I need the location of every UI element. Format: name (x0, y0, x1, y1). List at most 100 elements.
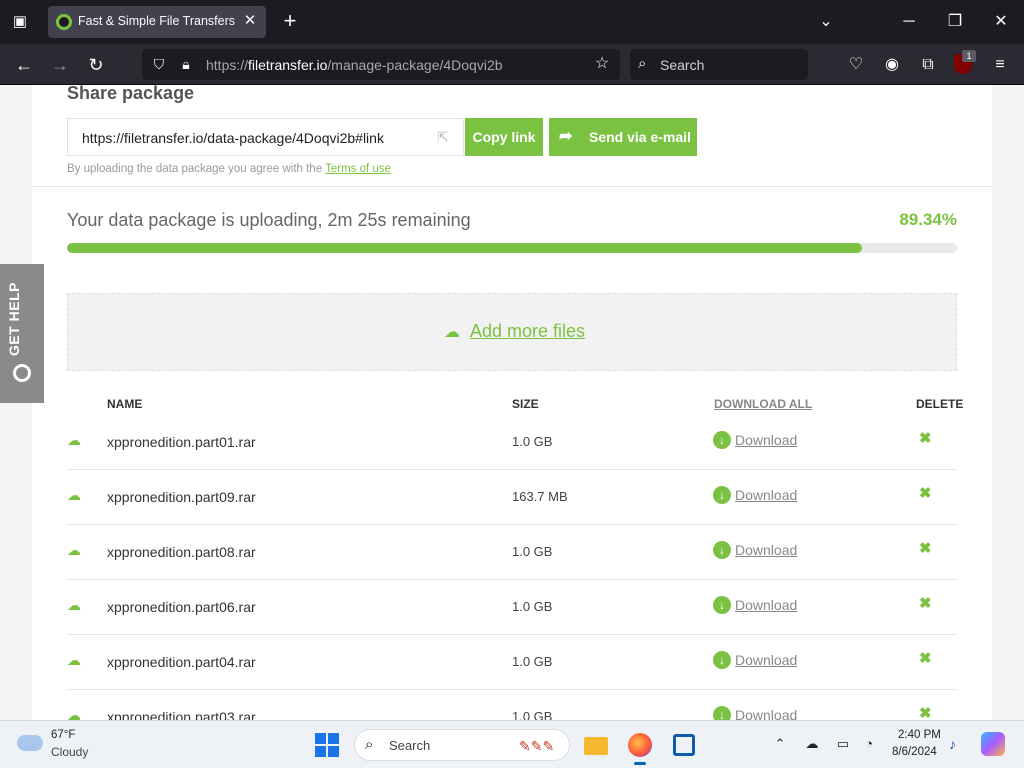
remote-desktop-icon[interactable] (668, 729, 700, 761)
file-name: xppronedition.part01.rar (107, 434, 256, 450)
file-size: 1.0 GB (512, 709, 553, 720)
browser-tab-active[interactable]: Fast & Simple File Transfers - Fi ✕ (48, 6, 266, 38)
list-all-tabs-chevron-icon[interactable]: ⌄ (810, 8, 842, 36)
download-label: Download (735, 597, 798, 613)
url-bar[interactable]: ⛉ 🔒︎ https://filetransfer.io/manage-pack… (142, 49, 620, 80)
column-header-size: SIZE (512, 397, 539, 411)
new-tab-plus-icon[interactable]: + (278, 10, 302, 34)
cloud-upload-icon: ☁ (67, 487, 81, 503)
download-icon: ↓ (713, 651, 731, 669)
file-explorer-icon[interactable] (580, 729, 612, 761)
search-icon: ⌕ (638, 55, 647, 72)
cloud-weather-icon[interactable] (17, 735, 43, 751)
package-card: Share package https://filetransfer.io/da… (32, 85, 992, 720)
reload-icon[interactable]: ↻ (83, 52, 109, 78)
url-host: filetransfer.io (248, 57, 328, 73)
delete-x-icon[interactable]: ✖ (919, 541, 933, 557)
bookmark-star-icon[interactable]: ☆ (593, 55, 611, 73)
send-via-email-button[interactable]: ➦ Send via e-mail (549, 118, 697, 156)
download-label: Download (735, 652, 798, 668)
download-link[interactable]: ↓ Download (713, 596, 797, 616)
add-more-files-label: Add more files (470, 321, 586, 341)
terms-of-use-link[interactable]: Terms of use (325, 163, 391, 175)
cloud-upload-icon: ☁ (67, 707, 81, 720)
delete-x-icon[interactable]: ✖ (919, 706, 933, 721)
clock-time[interactable]: 2:40 PM (898, 729, 941, 741)
window-close-icon[interactable]: ✕ (985, 8, 1017, 36)
get-help-tab[interactable]: GET HELP (0, 264, 44, 403)
download-link[interactable]: ↓ Download (713, 431, 797, 451)
share-link-text: https://filetransfer.io/data-package/4Do… (82, 130, 384, 146)
copy-link-button[interactable]: Copy link (465, 118, 543, 156)
chevron-up-icon[interactable]: ⌃ (771, 735, 789, 753)
delete-x-icon[interactable]: ✖ (919, 431, 933, 447)
menu-hamburger-icon[interactable]: ≡ (987, 52, 1013, 78)
file-name: xppronedition.part08.rar (107, 544, 256, 560)
web-search-bar[interactable]: ⌕ Search (630, 49, 808, 80)
download-all-link[interactable]: DOWNLOAD ALL (714, 397, 812, 411)
cloud-upload-icon: ☁ (444, 324, 460, 341)
file-name: xppronedition.part04.rar (107, 654, 256, 670)
file-row: ☁ xppronedition.part01.rar 1.0 GB ↓ Download… (67, 415, 957, 470)
url-text: https://filetransfer.io/manage-package/4… (206, 57, 503, 73)
tab-close-icon[interactable]: ✕ (240, 11, 260, 31)
delete-x-icon[interactable]: ✖ (919, 596, 933, 612)
file-size: 1.0 GB (512, 654, 553, 669)
weather-temperature[interactable]: 67°F (51, 729, 75, 741)
download-link[interactable]: ↓ Download (713, 651, 797, 671)
file-row: ☁ xppronedition.part09.rar 163.7 MB ↓ Downlo… (67, 470, 957, 525)
restore-icon[interactable]: ❐ (939, 8, 971, 36)
delete-x-icon[interactable]: ✖ (919, 486, 933, 502)
minimize-icon[interactable]: ─ (893, 8, 925, 36)
clock-date[interactable]: 8/6/2024 (892, 746, 937, 758)
notification-bell-icon[interactable]: ♪ (949, 736, 963, 752)
lock-icon[interactable]: 🔒︎ (177, 55, 195, 73)
share-link-field[interactable]: https://filetransfer.io/data-package/4Do… (67, 118, 464, 156)
back-arrow-icon[interactable]: ← (11, 52, 37, 78)
upload-progress-fill (67, 243, 863, 253)
file-name: xppronedition.part09.rar (107, 489, 256, 505)
display-icon[interactable]: ▭ (834, 735, 852, 753)
open-external-icon[interactable]: ⇱ (437, 129, 453, 145)
file-row: ☁ xppronedition.part04.rar 1.0 GB ↓ Download… (67, 635, 957, 690)
network-icon[interactable]: ◔ (860, 735, 878, 753)
weather-condition[interactable]: Cloudy (51, 745, 88, 759)
download-link[interactable]: ↓ Download (713, 706, 797, 720)
download-link[interactable]: ↓ Download (713, 541, 797, 561)
windows-start-icon[interactable] (315, 733, 339, 757)
firefox-icon[interactable] (624, 729, 656, 765)
search-highlight-icon: ✎✎✎ (519, 738, 555, 754)
tab-list-icon[interactable]: ▣ (8, 10, 32, 34)
download-label: Download (735, 542, 798, 558)
search-icon: ⌕ (365, 736, 374, 753)
file-row: ☁ xppronedition.part08.rar 1.0 GB ↓ Download… (67, 525, 957, 580)
file-name: xppronedition.part03.rar (107, 709, 256, 720)
add-files-dropzone[interactable]: ☁ Add more files (67, 293, 957, 371)
column-header-name: NAME (107, 397, 143, 411)
file-size: 1.0 GB (512, 544, 553, 559)
forward-arrow-icon[interactable]: → (47, 52, 73, 78)
copilot-icon[interactable] (981, 732, 1005, 756)
file-row: ☁ xppronedition.part06.rar 1.0 GB ↓ Download… (67, 580, 957, 635)
extensions-puzzle-icon[interactable]: ⧉ (915, 52, 941, 78)
shield-icon[interactable]: ⛉ (150, 55, 168, 73)
cloud-upload-icon: ☁ (67, 432, 81, 448)
download-icon: ↓ (713, 431, 731, 449)
cloud-sync-icon[interactable]: ☁ (803, 735, 821, 753)
taskbar-search-box[interactable]: ⌕ Search ✎✎✎ (354, 729, 570, 761)
site-favicon-icon (56, 14, 72, 30)
browser-nav-bar: ← → ↻ ⛉ 🔒︎ https://filetransfer.io/manag… (0, 44, 1024, 85)
upload-progress-bar (67, 243, 957, 253)
tab-title: Fast & Simple File Transfers - Fi (78, 14, 238, 28)
pocket-icon[interactable]: ♡ (843, 52, 869, 78)
download-icon: ↓ (713, 596, 731, 614)
download-link[interactable]: ↓ Download (713, 486, 797, 506)
delete-x-icon[interactable]: ✖ (919, 651, 933, 667)
file-name: xppronedition.part06.rar (107, 599, 256, 615)
file-size: 1.0 GB (512, 434, 553, 449)
account-icon[interactable]: ◉ (879, 52, 905, 78)
file-size: 163.7 MB (512, 489, 568, 504)
add-more-files-link[interactable]: ☁ Add more files (444, 321, 585, 342)
screen: ▣ Fast & Simple File Transfers - Fi ✕ + … (0, 0, 1024, 768)
file-row: ☁ xppronedition.part03.rar 1.0 GB ↓ Download… (67, 690, 957, 720)
